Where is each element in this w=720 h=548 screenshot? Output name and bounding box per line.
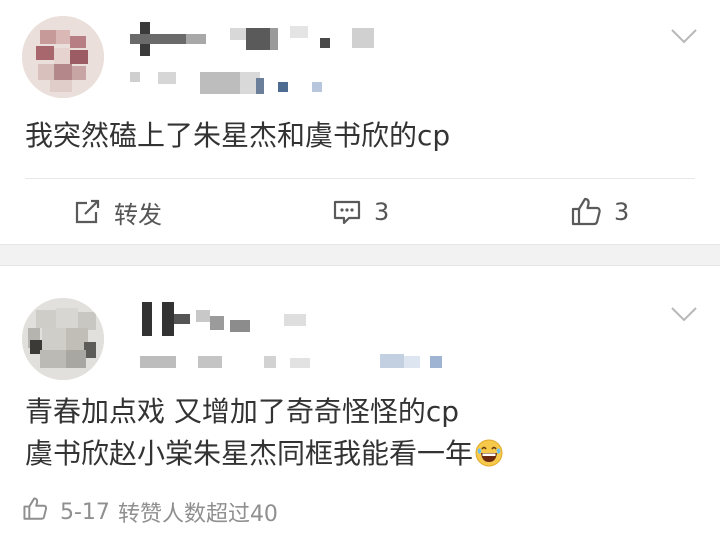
comment-text-line2: 虞书欣赵小棠朱星杰同框我能看一年 [25, 434, 503, 474]
username-pixelated[interactable] [130, 302, 330, 338]
chevron-down-icon[interactable] [670, 28, 698, 44]
comment-card: 青春加点戏 又增加了奇奇怪怪的cp 虞书欣赵小棠朱星杰同框我能看一年 5-17 … [0, 266, 720, 548]
post-body-text: 我突然磕上了朱星杰和虞书欣的cp [25, 119, 451, 152]
repost-label: 转发 [114, 200, 162, 229]
post-meta-pixelated [130, 70, 330, 94]
comment-text-line1: 青春加点戏 又增加了奇奇怪怪的cp [25, 395, 460, 428]
card-separator [0, 244, 720, 266]
thumb-up-icon[interactable] [22, 496, 48, 528]
like-count: 3 [614, 198, 630, 226]
comment-button[interactable]: 3 [332, 192, 389, 232]
comment-footer: 5-17 转赞人数超过40 [22, 494, 278, 530]
username-pixelated[interactable] [130, 22, 380, 56]
comment-count: 3 [374, 198, 390, 226]
avatar[interactable] [22, 298, 104, 380]
comment-meta-pixelated [140, 354, 450, 370]
comment-text-line2-text: 虞书欣赵小棠朱星杰同框我能看一年 [25, 437, 474, 470]
repost-button[interactable]: 转发 [72, 192, 162, 232]
thumb-up-icon [570, 196, 602, 228]
chevron-down-icon[interactable] [670, 306, 698, 322]
avatar[interactable] [22, 16, 104, 98]
post-card: 我突然磕上了朱星杰和虞书欣的cp 转发 3 3 [0, 0, 720, 244]
divider [25, 178, 695, 179]
comment-icon [332, 197, 362, 227]
comment-status: 转赞人数超过40 [117, 502, 278, 527]
comment-date: 5-17 [60, 499, 110, 525]
like-button[interactable]: 3 [570, 192, 629, 232]
repost-icon [72, 197, 102, 227]
grinning-tears-emoji [475, 439, 503, 467]
